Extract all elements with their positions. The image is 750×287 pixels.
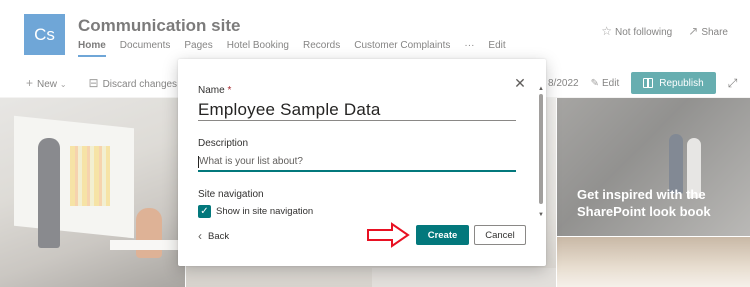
scroll-up-icon[interactable]: ▲	[538, 86, 544, 92]
list-name-input[interactable]	[198, 99, 516, 121]
required-marker: *	[227, 85, 232, 96]
scroll-down-icon[interactable]: ▼	[538, 212, 544, 218]
checkmark-icon: ✓	[200, 205, 209, 217]
cancel-button[interactable]: Cancel	[474, 225, 526, 245]
create-button[interactable]: Create	[416, 225, 469, 245]
text-caret	[198, 156, 199, 168]
name-label-text: Name	[198, 85, 225, 96]
dialog-scrollbar[interactable]: ▲ ▼	[538, 86, 544, 221]
back-button[interactable]: ‹ Back	[198, 229, 229, 243]
close-icon[interactable]: ✕	[513, 75, 527, 91]
show-in-nav-checkbox[interactable]: ✓	[198, 205, 211, 218]
create-list-dialog: ✕ Name * Description Site navigation ✓ S…	[178, 59, 546, 266]
description-label: Description	[198, 138, 249, 149]
show-in-nav-row[interactable]: ✓ Show in site navigation	[198, 205, 313, 218]
red-arrow-annotation	[367, 222, 410, 248]
chevron-left-icon: ‹	[198, 229, 202, 243]
name-label: Name *	[198, 85, 231, 96]
scroll-thumb[interactable]	[539, 94, 543, 204]
description-input[interactable]	[198, 152, 516, 172]
show-in-nav-label: Show in site navigation	[216, 206, 314, 217]
back-label: Back	[208, 230, 230, 242]
site-navigation-label: Site navigation	[198, 189, 264, 200]
